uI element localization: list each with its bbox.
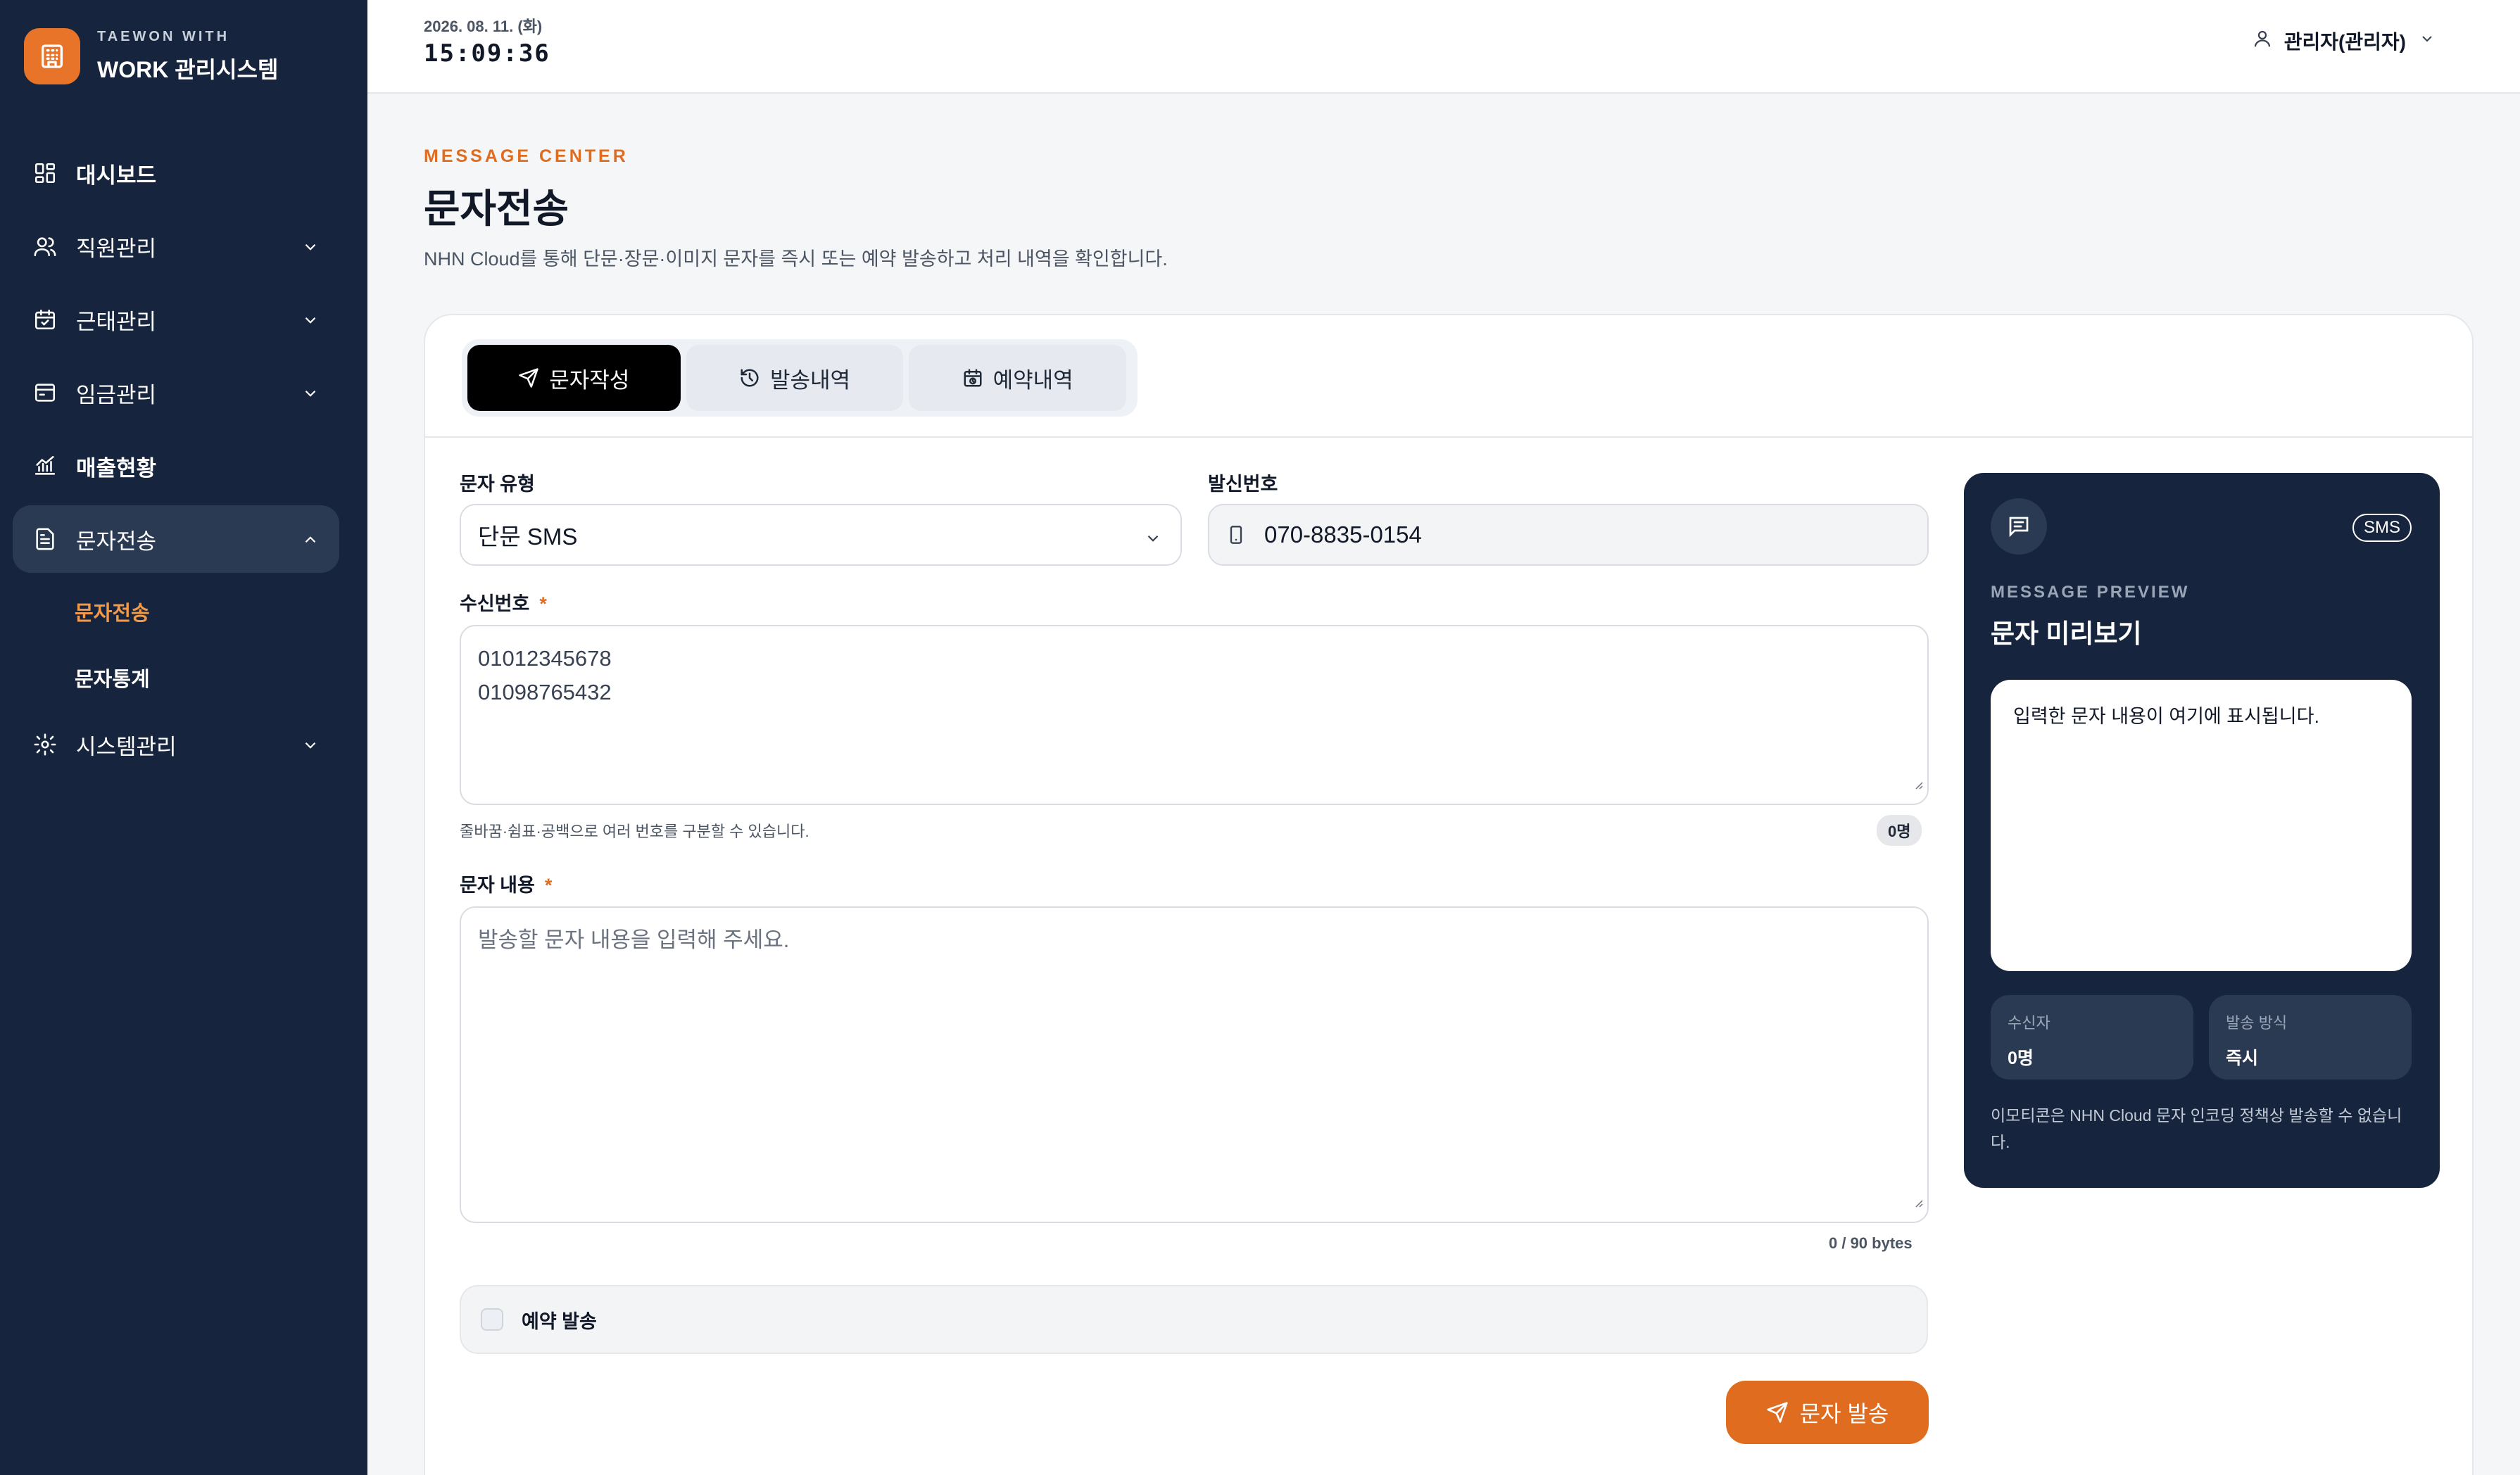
schedule-checkbox[interactable] bbox=[481, 1308, 503, 1331]
brand-subtitle: TAEWON WITH bbox=[97, 28, 230, 44]
chevron-down-icon bbox=[301, 735, 320, 760]
sender-field[interactable]: 070-8835-0154 bbox=[1208, 504, 1929, 566]
phone-icon bbox=[1226, 525, 1246, 545]
tab-bar: 문자작성 발송내역 예약내역 bbox=[462, 339, 1138, 417]
document-icon bbox=[32, 526, 58, 552]
calendar-clock-icon bbox=[962, 367, 983, 388]
content-label: 문자 내용 * bbox=[460, 875, 553, 896]
tab-divider bbox=[425, 436, 2472, 438]
recipients-hint: 줄바꿈·쉼표·공백으로 여러 번호를 구분할 수 있습니다. bbox=[460, 823, 809, 840]
sidebar-item-label: 매출현황 bbox=[76, 455, 157, 481]
send-button[interactable]: 문자 발송 bbox=[1726, 1381, 1929, 1444]
dashboard-icon bbox=[32, 160, 58, 186]
gear-icon bbox=[32, 732, 58, 757]
type-select-value: 단문 SMS bbox=[478, 524, 578, 550]
building-icon bbox=[24, 28, 80, 84]
current-time: 15:09:36 bbox=[424, 39, 550, 68]
page-description: NHN Cloud를 통해 단문·장문·이미지 문자를 즉시 또는 예약 발송하… bbox=[424, 248, 1168, 270]
wallet-icon bbox=[32, 380, 58, 405]
history-icon bbox=[739, 367, 760, 388]
brand-title: WORK 관리시스템 bbox=[97, 56, 279, 82]
user-icon bbox=[2252, 28, 2273, 54]
calendar-check-icon bbox=[32, 307, 58, 332]
schedule-toggle[interactable]: 예약 발송 bbox=[460, 1285, 1928, 1354]
recipients-count-badge: 0명 bbox=[1877, 815, 1922, 846]
sidebar-item-label: 임금관리 bbox=[76, 382, 157, 407]
tab-scheduled[interactable]: 예약내역 bbox=[909, 345, 1126, 411]
chevron-down-icon bbox=[2419, 30, 2436, 52]
sender-value: 070-8835-0154 bbox=[1264, 521, 1422, 547]
recipient-line: 01098765432 bbox=[478, 680, 612, 704]
resize-handle-icon[interactable] bbox=[1912, 1184, 1923, 1217]
message-icon bbox=[1991, 498, 2047, 555]
sidebar-subitem-sms-send[interactable]: 문자전송 bbox=[13, 578, 339, 645]
current-date: 2026. 08. 11. (화) bbox=[424, 18, 543, 35]
preview-bubble: 입력한 문자 내용이 여기에 표시됩니다. bbox=[1991, 680, 2412, 971]
stat-key: 발송 방식 bbox=[2226, 1014, 2288, 1032]
sidebar-nav: 대시보드 직원관리 근태관리 임금관리 매출현황 문자전송 문자전송 문자통계 … bbox=[13, 139, 339, 784]
resize-handle-icon[interactable] bbox=[1912, 766, 1923, 799]
chevron-down-icon bbox=[301, 310, 320, 335]
tab-label: 발송내역 bbox=[769, 367, 851, 393]
sidebar-item-label: 대시보드 bbox=[76, 163, 157, 188]
stat-value: 0명 bbox=[2008, 1049, 2034, 1068]
schedule-label: 예약 발송 bbox=[522, 1310, 597, 1332]
preview-title: 문자 미리보기 bbox=[1991, 619, 2142, 648]
sidebar-item-label: 직원관리 bbox=[76, 236, 157, 261]
sidebar-item-system[interactable]: 시스템관리 bbox=[13, 711, 339, 778]
stat-key: 수신자 bbox=[2008, 1014, 2050, 1032]
send-button-label: 문자 발송 bbox=[1799, 1401, 1889, 1426]
chevron-up-icon bbox=[301, 529, 320, 555]
sidebar-subitem-sms-stats[interactable]: 문자통계 bbox=[13, 645, 339, 711]
sidebar-item-employees[interactable]: 직원관리 bbox=[13, 213, 339, 280]
sidebar-item-attendance[interactable]: 근태관리 bbox=[13, 286, 339, 353]
tab-label: 예약내역 bbox=[993, 367, 1073, 393]
preview-recipients-stat: 수신자 0명 bbox=[1991, 995, 2193, 1080]
chart-icon bbox=[32, 453, 58, 479]
chevron-down-icon bbox=[301, 383, 320, 408]
user-name: 관리자(관리자) bbox=[2283, 31, 2406, 53]
send-icon bbox=[1766, 1401, 1789, 1424]
content-textarea[interactable]: 발송할 문자 내용을 입력해 주세요. bbox=[460, 906, 1929, 1223]
content-placeholder: 발송할 문자 내용을 입력해 주세요. bbox=[478, 928, 790, 952]
preview-eyebrow: MESSAGE PREVIEW bbox=[1991, 583, 2190, 602]
chevron-down-icon bbox=[1144, 526, 1162, 553]
sidebar: TAEWON WITH WORK 관리시스템 대시보드 직원관리 근태관리 임금… bbox=[0, 0, 367, 1475]
sidebar-item-payroll[interactable]: 임금관리 bbox=[13, 359, 339, 426]
sidebar-item-label: 문자전송 bbox=[76, 528, 157, 554]
recipient-line: 01012345678 bbox=[478, 646, 612, 671]
chevron-down-icon bbox=[301, 236, 320, 262]
user-menu[interactable]: 관리자(관리자) bbox=[2252, 27, 2436, 55]
sidebar-item-dashboard[interactable]: 대시보드 bbox=[13, 139, 339, 207]
sidebar-item-sms[interactable]: 문자전송 bbox=[13, 505, 339, 573]
tab-history[interactable]: 발송내역 bbox=[686, 345, 904, 411]
sidebar-item-sales[interactable]: 매출현황 bbox=[13, 432, 339, 500]
message-type-badge: SMS bbox=[2352, 514, 2412, 542]
preview-method-stat: 발송 방식 즉시 bbox=[2209, 995, 2412, 1080]
tab-compose[interactable]: 문자작성 bbox=[467, 345, 681, 411]
type-label: 문자 유형 bbox=[460, 474, 535, 495]
tab-label: 문자작성 bbox=[549, 367, 630, 393]
users-icon bbox=[32, 234, 58, 259]
byte-counter: 0 / 90 bytes bbox=[1829, 1234, 1913, 1252]
sidebar-item-label: 시스템관리 bbox=[76, 734, 177, 759]
sms-card: 문자작성 발송내역 예약내역 문자 유형 단문 SMS 발신번호 070-883… bbox=[424, 314, 2474, 1475]
brand[interactable]: TAEWON WITH WORK 관리시스템 bbox=[24, 28, 278, 84]
recipients-textarea[interactable]: 01012345678 01098765432 bbox=[460, 625, 1929, 805]
recipients-label: 수신번호 * bbox=[460, 593, 547, 614]
page-title: 문자전송 bbox=[424, 186, 569, 231]
sender-label: 발신번호 bbox=[1208, 474, 1278, 495]
page-eyebrow: MESSAGE CENTER bbox=[424, 146, 629, 166]
type-select[interactable]: 단문 SMS bbox=[460, 504, 1182, 566]
sidebar-item-label: 근태관리 bbox=[76, 309, 157, 334]
stat-value: 즉시 bbox=[2226, 1049, 2259, 1068]
message-preview-panel: SMS MESSAGE PREVIEW 문자 미리보기 입력한 문자 내용이 여… bbox=[1964, 473, 2440, 1188]
send-icon bbox=[518, 367, 539, 388]
topbar: 2026. 08. 11. (화) 15:09:36 관리자(관리자) bbox=[367, 0, 2520, 94]
preview-note: 이모티콘은 NHN Cloud 문자 인코딩 정책상 발송할 수 없습니다. bbox=[1991, 1106, 2402, 1151]
